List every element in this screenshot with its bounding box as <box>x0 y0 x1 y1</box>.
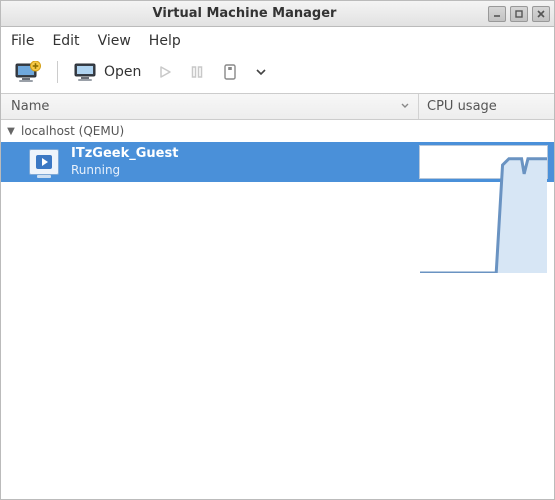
sort-indicator-icon <box>400 100 410 113</box>
menu-help[interactable]: Help <box>149 33 181 49</box>
new-vm-button[interactable] <box>11 59 45 85</box>
expand-collapse-icon[interactable]: ▼ <box>5 126 17 137</box>
open-label: Open <box>104 64 141 80</box>
toolbar-separator <box>57 61 58 83</box>
vm-name: ITzGeek_Guest <box>71 146 178 162</box>
run-button[interactable] <box>153 62 177 82</box>
vm-tree: ▼ localhost (QEMU) ITzGeek_Guest Running <box>1 120 554 499</box>
column-header-name-label: Name <box>11 99 49 114</box>
titlebar: Virtual Machine Manager <box>1 1 554 27</box>
vm-status-icon <box>29 149 59 175</box>
vm-state: Running <box>71 163 178 178</box>
maximize-button[interactable] <box>510 6 528 22</box>
window-controls <box>488 6 554 22</box>
column-header-cpu[interactable]: CPU usage <box>419 94 554 119</box>
menubar: File Edit View Help <box>1 27 554 55</box>
vm-cpu-sparkline <box>419 145 548 179</box>
connection-row[interactable]: ▼ localhost (QEMU) <box>1 120 554 142</box>
menu-edit[interactable]: Edit <box>52 33 79 49</box>
minimize-button[interactable] <box>488 6 506 22</box>
connection-label: localhost (QEMU) <box>21 124 124 138</box>
column-header-name[interactable]: Name <box>1 94 419 119</box>
pause-button[interactable] <box>185 62 209 82</box>
vm-text: ITzGeek_Guest Running <box>71 146 178 177</box>
vm-row[interactable]: ITzGeek_Guest Running <box>1 142 554 182</box>
shutdown-menu-chevron[interactable] <box>251 64 271 80</box>
vm-row-main: ITzGeek_Guest Running <box>1 142 419 182</box>
toolbar: Open <box>1 55 554 94</box>
menu-view[interactable]: View <box>98 33 131 49</box>
column-headers: Name CPU usage <box>1 94 554 120</box>
shutdown-button[interactable] <box>217 61 243 83</box>
close-button[interactable] <box>532 6 550 22</box>
column-header-cpu-label: CPU usage <box>427 99 497 114</box>
menu-file[interactable]: File <box>11 33 34 49</box>
window-title: Virtual Machine Manager <box>1 6 488 21</box>
open-console-button[interactable]: Open <box>70 60 145 84</box>
